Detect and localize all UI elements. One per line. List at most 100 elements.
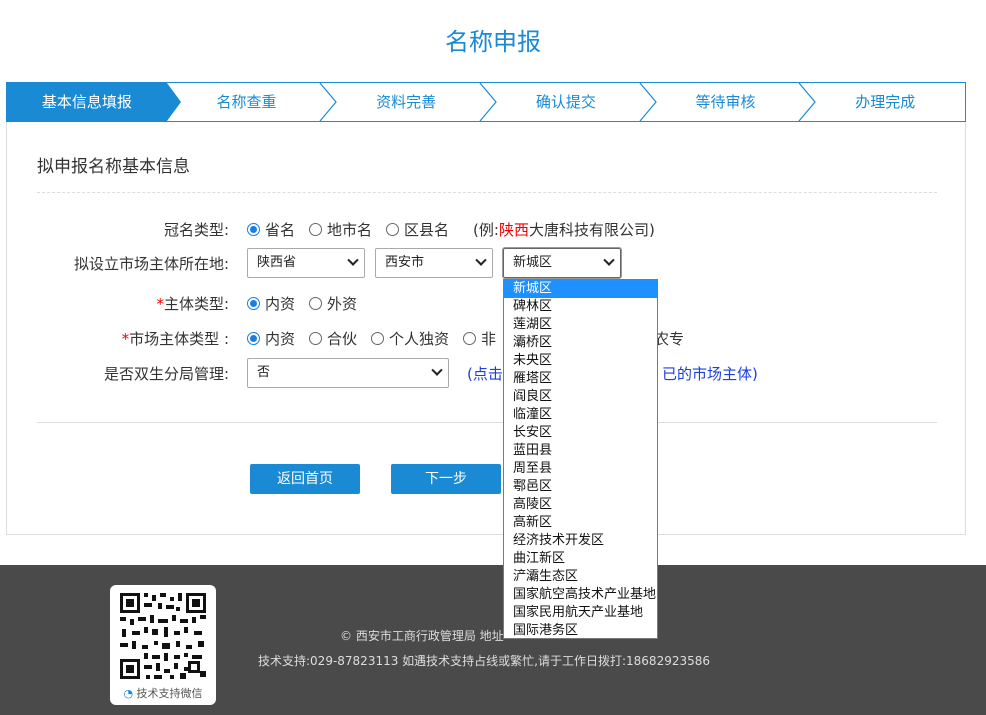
dual-bureau-row: 是否双生分局管理: 否 (点击 已的市场主体) [7,358,967,388]
radio-unchecked-icon [309,332,323,345]
step-arrow-icon [479,83,497,121]
radio-label: 地市名 [327,221,373,239]
step-label: 基本信息填报 [41,93,132,111]
footer-support: 技术支持:029-87823113 如遇技术支持占线或繁忙,请于工作日拨打:18… [258,654,711,668]
district-option[interactable]: 高陵区 [504,496,657,514]
radio-label: 区县名 [404,221,450,239]
district-option[interactable]: 蓝田县 [504,442,657,460]
step-arrow-icon [152,83,181,121]
required-mark: * [156,295,164,313]
radio-city-name[interactable]: 地市名 [309,219,372,240]
chevron-down-icon [603,254,615,266]
radio-domestic[interactable]: 内资 [247,293,295,314]
radio-checked-icon [247,223,260,236]
radio-domestic-capital[interactable]: 内资 [247,328,295,349]
district-option[interactable]: 雁塔区 [504,370,657,388]
district-option[interactable]: 曲江新区 [504,550,657,568]
district-option[interactable]: 浐灞生态区 [504,568,657,586]
footer-copyright: © 西安市工商行政管理局 地址 [340,629,504,643]
district-option[interactable]: 灞桥区 [504,334,657,352]
district-option[interactable]: 国际港务区 [504,622,657,640]
radio-unchecked-icon [309,297,323,310]
radio-province-name[interactable]: 省名 [247,219,295,240]
radio-label: 非 [481,330,497,348]
example-highlight: 陕西 [498,221,529,239]
radio-label: 内资 [265,330,296,348]
crown-example: (例:陕西大唐科技有限公司) [473,219,655,240]
district-option[interactable]: 鄠邑区 [504,478,657,496]
next-step-button[interactable]: 下一步 [391,464,501,494]
subject-type-row: *主体类型: 内资 外资 [7,288,967,318]
crown-type-row: 冠名类型: 省名 地市名 区县名 (例:陕西大唐科技有限公司) [7,214,967,244]
step-basic-info: 基本信息填报 [7,83,181,121]
radio-checked-icon [247,297,260,310]
step-arrow-icon [639,83,657,121]
district-option[interactable]: 周至县 [504,460,657,478]
radio-checked-icon [247,332,260,345]
radio-district-name[interactable]: 区县名 [386,219,449,240]
subject-type-label: *主体类型: [156,293,229,314]
district-option[interactable]: 未央区 [504,352,657,370]
market-subject-type-row: *市场主体类型 : 内资 合伙 个人独资 非 农专 [7,323,967,353]
radio-label: 个人独资 [389,330,450,348]
district-option[interactable]: 莲湖区 [504,316,657,334]
step-review: 等待审核 [646,83,817,121]
step-materials: 资料完善 [326,83,497,121]
chevron-down-icon [347,254,359,266]
district-dropdown-list[interactable]: 新城区 碑林区 莲湖区 灞桥区 未央区 雁塔区 阎良区 临潼区 长安区 蓝田县 … [503,279,658,639]
radio-unchecked-icon [386,223,400,236]
wechat-qr-card: ◔ 技术支持微信 [110,585,216,705]
step-confirm: 确认提交 [486,83,657,121]
radio-unchecked-icon [371,332,385,345]
district-option[interactable]: 碑林区 [504,298,657,316]
district-option[interactable]: 高新区 [504,514,657,532]
footer: ◔ 技术支持微信 © 西安市工商行政管理局 地址 技术支持:029-878231… [0,565,986,715]
step-label: 资料完善 [376,93,437,111]
radio-non[interactable]: 非 [463,328,496,349]
dual-bureau-select[interactable]: 否 [247,358,449,388]
dual-bureau-note-right[interactable]: 已的市场主体) [662,363,758,384]
qr-code-icon [118,591,208,681]
farm-coop-text: 农专 [654,330,685,348]
radio-partnership[interactable]: 合伙 [309,328,357,349]
progress-steps: 基本信息填报 名称查重 资料完善 确认提交 等待审核 办理完成 [6,82,966,122]
step-arrow-icon [319,83,338,121]
step-label: 确认提交 [535,93,596,111]
qr-caption-text: 技术支持微信 [136,687,203,700]
page-title: 名称申报 [445,28,541,56]
district-option[interactable]: 新城区 [504,280,657,298]
district-option[interactable]: 阎良区 [504,388,657,406]
divider [37,192,937,193]
city-select[interactable]: 西安市 [375,248,493,278]
form-panel: 拟申报名称基本信息 冠名类型: 省名 地市名 区县名 (例:陕西大唐科技有限公司… [6,122,966,535]
province-select[interactable]: 陕西省 [247,248,365,278]
district-option[interactable]: 国家民用航天产业基地 [504,604,657,622]
district-select[interactable]: 新城区 [502,247,622,279]
qr-caption: ◔ 技术支持微信 [110,685,216,701]
select-value: 陕西省 [257,255,297,270]
example-prefix: (例: [473,221,499,239]
dual-bureau-label: 是否双生分局管理: [103,365,229,383]
radio-unchecked-icon [463,332,477,345]
radio-foreign[interactable]: 外资 [309,293,357,314]
back-home-button[interactable]: 返回首页 [250,464,360,494]
chevron-down-icon [431,364,443,376]
crown-type-label: 冠名类型: [163,221,229,239]
label-text: 主体类型: [163,295,229,313]
radio-sole-proprietorship[interactable]: 个人独资 [371,328,449,349]
district-option[interactable]: 经济技术开发区 [504,532,657,550]
step-done: 办理完成 [805,83,965,121]
radio-label: 合伙 [327,330,358,348]
select-value: 新城区 [513,255,553,270]
divider [37,422,937,423]
select-value: 西安市 [385,255,425,270]
step-label: 办理完成 [855,93,916,111]
district-option[interactable]: 国家航空高技术产业基地 [504,586,657,604]
district-option[interactable]: 临潼区 [504,406,657,424]
dual-bureau-note-left[interactable]: (点击 [467,363,503,384]
step-label: 名称查重 [216,93,277,111]
market-subject-type-label: *市场主体类型 : [122,328,229,349]
step-arrow-icon [798,83,817,121]
district-option[interactable]: 长安区 [504,424,657,442]
example-suffix: 大唐科技有限公司) [528,221,655,239]
